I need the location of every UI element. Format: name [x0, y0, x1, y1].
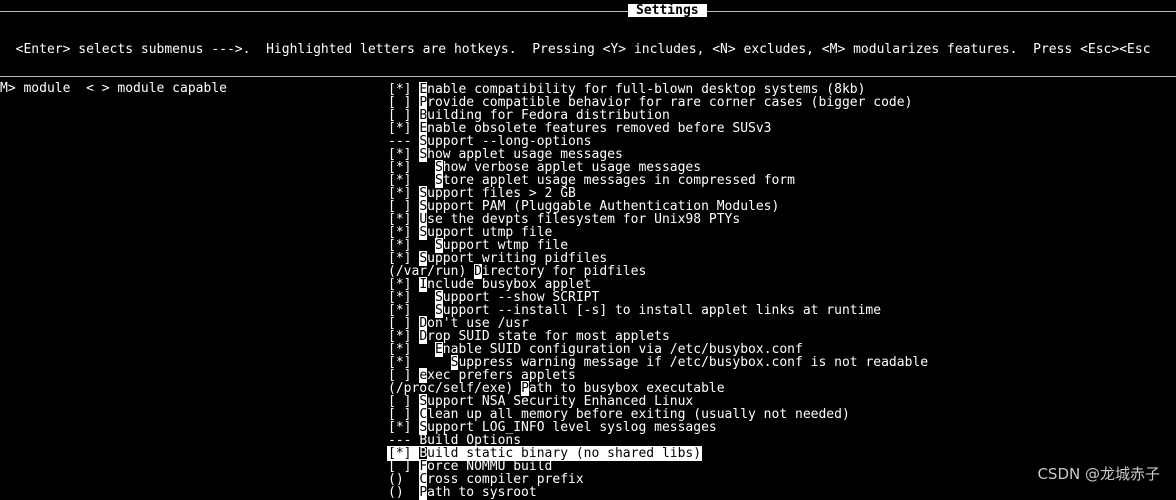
help-line-1: <Enter> selects submenus --->. Highlight… — [0, 42, 1151, 57]
menu-item[interactable]: () Path to sysroot — [388, 485, 1148, 500]
menu-item-hotkey: P — [419, 485, 428, 500]
window-title: Settings — [628, 4, 707, 17]
config-menu-list: [*] Enable compatibility for full-blown … — [386, 82, 1148, 500]
menu-row-wrapper: () Path to sysroot — [388, 485, 1148, 500]
menu-item-label: ath to sysroot — [427, 485, 537, 500]
watermark: CSDN @龙城赤子 — [1037, 465, 1160, 483]
title-divider — [0, 11, 1176, 12]
menu-item-state: () — [388, 485, 420, 500]
terminal-window: Settings <Enter> selects submenus --->. … — [0, 0, 1176, 500]
menu-top-divider — [0, 76, 1176, 77]
